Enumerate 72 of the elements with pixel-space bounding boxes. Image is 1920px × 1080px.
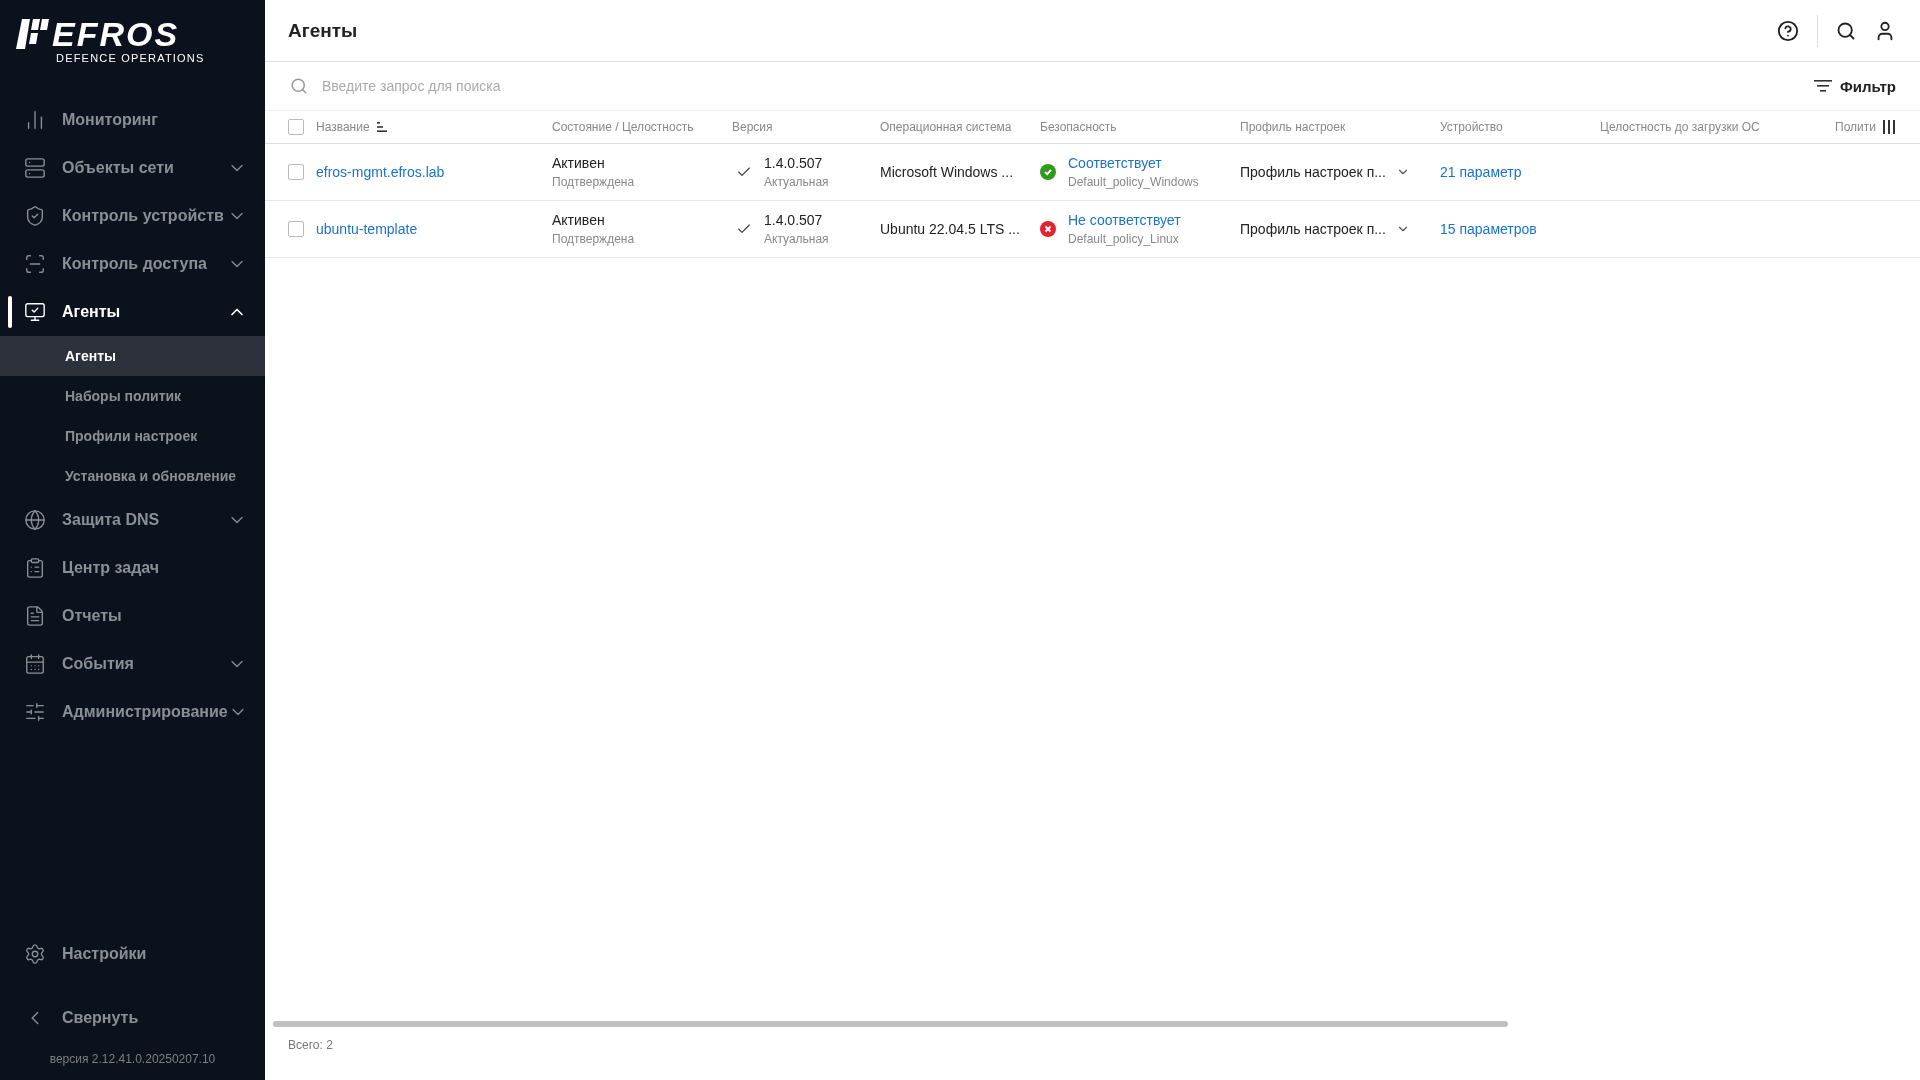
page-title: Агенты [288,19,359,42]
integrity-text: Подтверждена [552,175,636,189]
state-text: Активен [552,212,606,228]
logo-mark-icon [16,19,50,49]
server-icon [24,157,46,179]
logo-text: EFROS [52,18,180,50]
sidebar-item[interactable]: События [0,640,265,688]
column-header[interactable]: Состояние / Целостность [552,120,694,134]
state-text: Активен [552,155,606,171]
sidebar-item[interactable]: Центр задач [0,544,265,592]
globe-icon [24,509,46,531]
column-header[interactable]: Операционная система [880,120,1012,134]
filter-button[interactable]: Фильтр [1814,73,1896,99]
sliders-icon [24,701,46,723]
column-header[interactable]: Безопасность [1040,120,1117,134]
os-text: Ubuntu 22.04.5 LTS ... [880,221,1020,237]
sidebar-subitem[interactable]: Профили настроек [0,416,265,456]
search-icon [290,77,308,95]
checkbox[interactable] [288,164,304,180]
scrollbar[interactable] [273,1021,1508,1027]
scan-icon [24,253,46,275]
columns-icon[interactable] [1882,120,1896,134]
profile-dropdown[interactable]: Профиль настроек п... [1240,221,1440,237]
sort-icon[interactable] [375,121,388,133]
settings-item[interactable]: Настройки [0,930,265,978]
total-count: Всего: 2 [287,1037,334,1052]
agent-link[interactable]: ubuntu-template [316,221,418,237]
sidebar-item[interactable]: Контроль устройств [0,192,265,240]
policy-text: Default_policy_Windows [1068,175,1199,189]
checkbox[interactable] [288,119,304,135]
version-text: 1.4.0.507 [764,212,824,228]
column-header[interactable]: Название [316,120,370,134]
column-header[interactable]: Профиль настроек [1240,120,1346,134]
policy-text: Default_policy_Linux [1068,232,1180,246]
sidebar-subitem[interactable]: Наборы политик [0,376,265,416]
agent-link[interactable]: efros-mgmt.efros.lab [316,164,445,180]
version-text: 1.4.0.507 [764,155,824,171]
clipboard-icon [24,557,46,579]
search-icon[interactable] [1836,20,1856,41]
security-status-link[interactable]: Не соответствует [1068,212,1181,228]
os-text: Microsoft Windows ... [880,164,1014,180]
sidebar-item[interactable]: Мониторинг [0,96,265,144]
device-link[interactable]: 21 параметр [1440,164,1522,180]
logo-tagline: DEFENCE OPERATIONS [56,52,205,64]
sidebar-item[interactable]: Объекты сети [0,144,265,192]
settings-icon [24,943,46,965]
version-status: Актуальная [764,175,829,189]
sidebar-item[interactable]: Агенты [0,288,265,336]
sidebar-item[interactable]: Администрирование [0,688,265,736]
collapse-item[interactable]: Свернуть [0,994,265,1042]
sidebar-item[interactable]: Контроль доступа [0,240,265,288]
document-icon [24,605,46,627]
filter-icon [1814,79,1833,93]
monitor-check-icon [24,301,46,323]
sidebar-subitem[interactable]: Установка и обновление [0,456,265,496]
column-header[interactable]: Версия [732,120,773,134]
shield-check-icon [24,205,46,227]
column-header[interactable]: Полити [1835,120,1876,134]
column-header[interactable]: Целостность до загрузки ОС [1600,120,1760,134]
integrity-text: Подтверждена [552,232,636,246]
sidebar-item[interactable]: Защита DNS [0,496,265,544]
column-header[interactable]: Устройство [1440,120,1503,134]
checkbox[interactable] [288,221,304,237]
device-link[interactable]: 15 параметров [1440,221,1537,237]
version-text: версия 2.12.41.0.20250207.10 [48,1052,217,1068]
profile-dropdown[interactable]: Профиль настроек п... [1240,164,1440,180]
security-status-link[interactable]: Соответствует [1068,155,1199,171]
help-icon[interactable] [1777,19,1799,42]
sidebar-item[interactable]: Отчеты [0,592,265,640]
calendar-icon [24,653,46,675]
version-status: Актуальная [764,232,829,246]
sidebar-subitem[interactable]: Агенты [0,336,265,376]
